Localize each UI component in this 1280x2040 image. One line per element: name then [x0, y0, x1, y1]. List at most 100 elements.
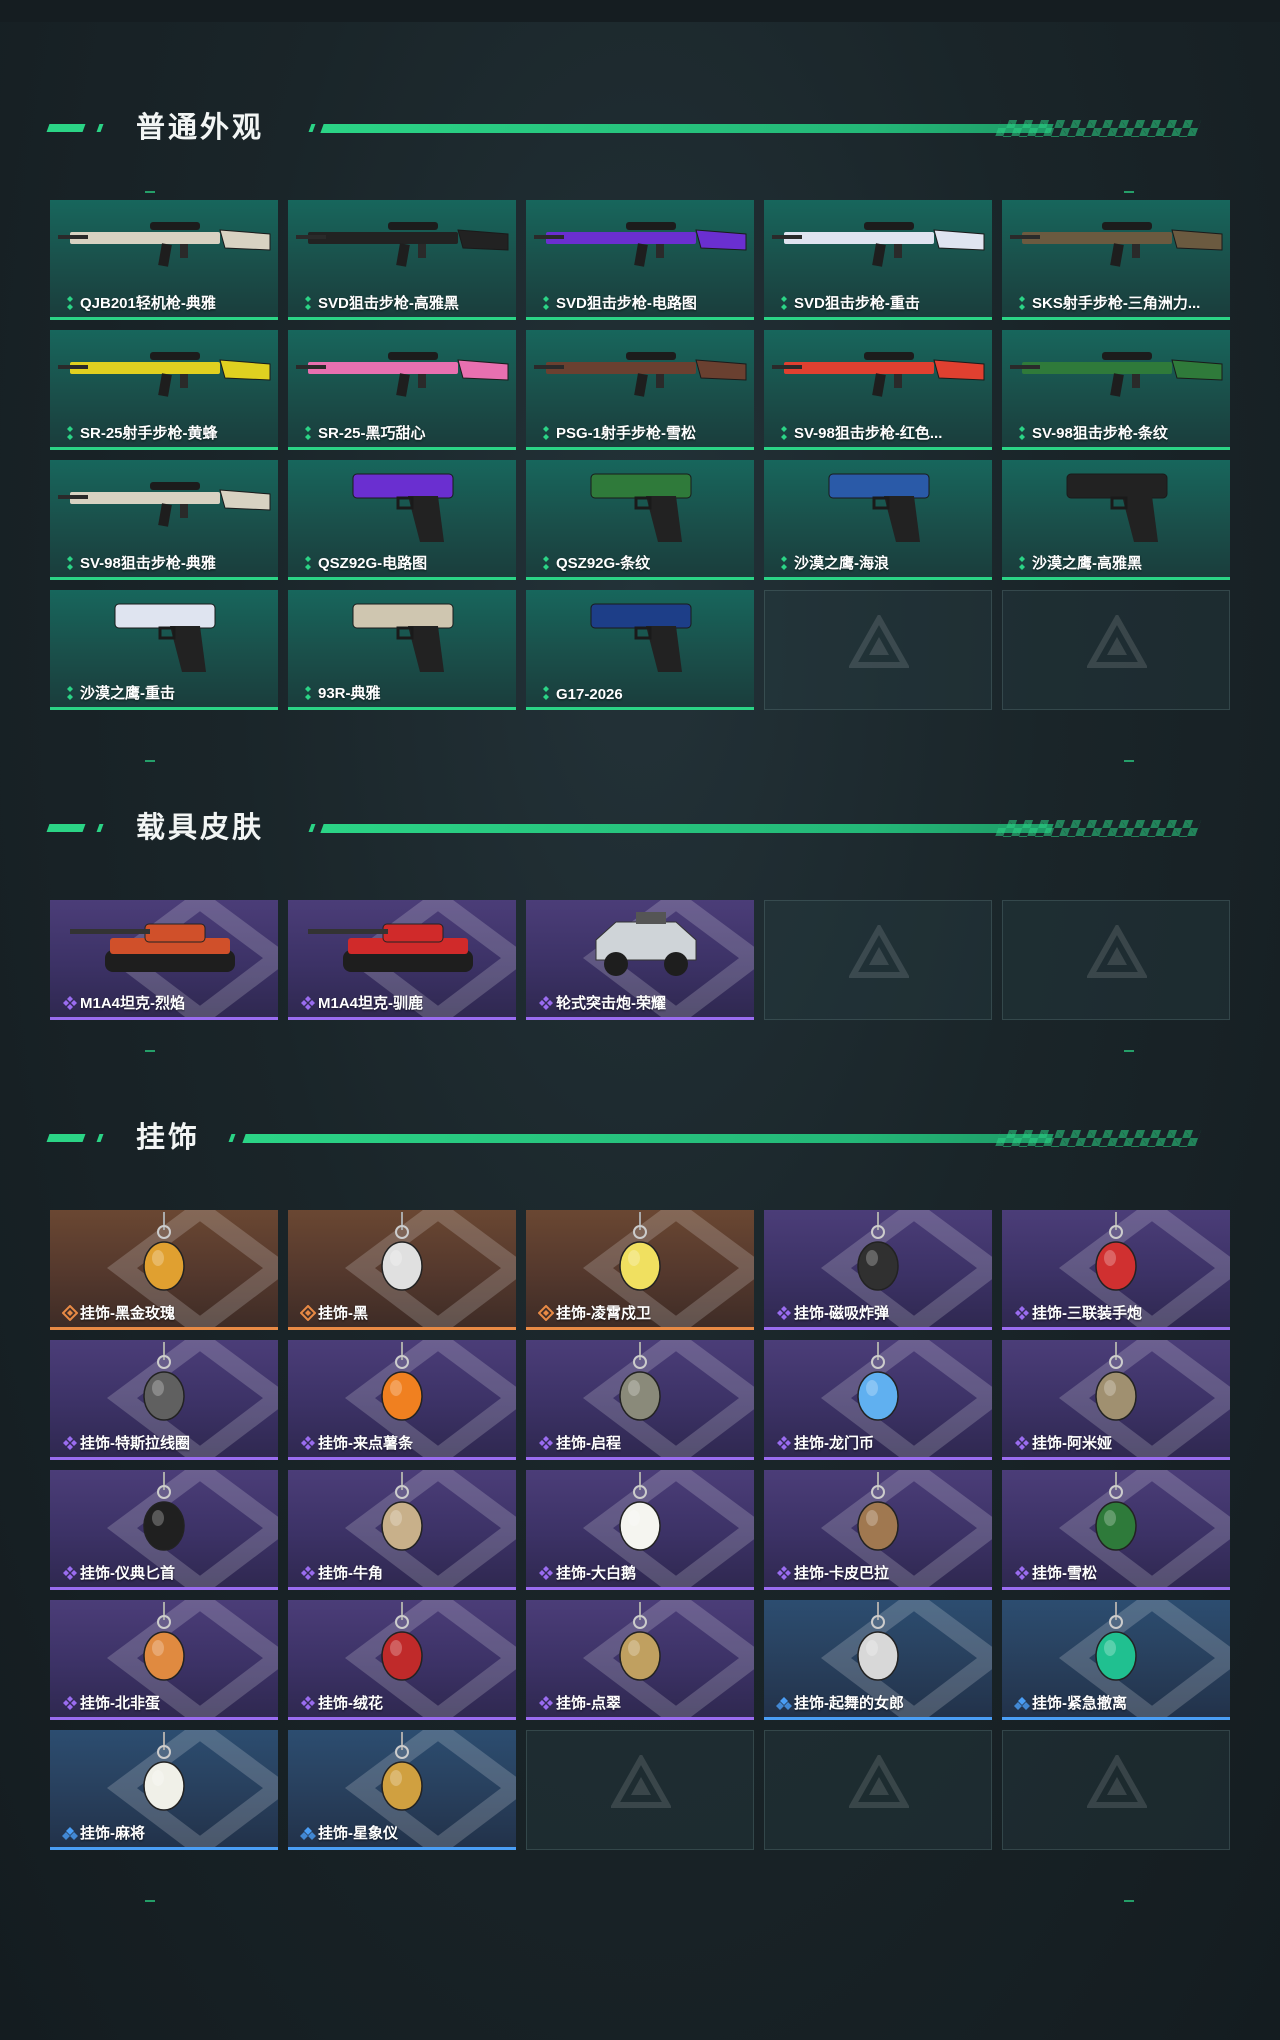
divider-mark	[1124, 1050, 1134, 1052]
item-card[interactable]: QSZ92G-条纹	[526, 460, 754, 580]
tank-icon	[308, 923, 473, 972]
item-card[interactable]: 挂饰-凌霄戍卫	[526, 1210, 754, 1330]
header-accent-bar	[46, 824, 86, 832]
sniper-rifle-icon	[58, 482, 271, 527]
item-label: QSZ92G-电路图	[318, 555, 428, 572]
item-card[interactable]: 挂饰-三联装手炮	[1002, 1210, 1230, 1330]
item-card[interactable]: SVD狙击步枪-电路图	[526, 200, 754, 320]
item-card[interactable]: 挂饰-仪典匕首	[50, 1470, 278, 1590]
pistol-icon	[352, 473, 454, 542]
divider-mark	[1124, 1900, 1134, 1902]
rarity-green-icon	[1019, 426, 1025, 440]
item-card[interactable]: 挂饰-黑金玫瑰	[50, 1210, 278, 1330]
item-card[interactable]: 93R-典雅	[288, 590, 516, 710]
item-card[interactable]: SKS射手步枪-三角洲力...	[1002, 200, 1230, 320]
item-card[interactable]: 挂饰-特斯拉线圈	[50, 1340, 278, 1460]
item-card[interactable]: 挂饰-阿米娅	[1002, 1340, 1230, 1460]
item-card[interactable]: 挂饰-绒花	[288, 1600, 516, 1720]
item-card[interactable]: 挂饰-麻将	[50, 1730, 278, 1850]
item-card[interactable]: 挂饰-启程	[526, 1340, 754, 1460]
header-accent-tick	[96, 1134, 104, 1142]
item-label: QSZ92G-条纹	[556, 555, 651, 572]
item-label: 挂饰-凌霄戍卫	[556, 1305, 651, 1322]
item-card[interactable]: 沙漠之鹰-高雅黑	[1002, 460, 1230, 580]
empty-slot	[764, 590, 992, 710]
item-card[interactable]: M1A4坦克-驯鹿	[288, 900, 516, 1020]
item-card[interactable]: SR-25-黑巧甜心	[288, 330, 516, 450]
charm-flower-icon	[381, 1602, 423, 1681]
item-label: SVD狙击步枪-高雅黑	[318, 295, 459, 312]
item-card[interactable]: 挂饰-点翠	[526, 1600, 754, 1720]
item-card[interactable]: 挂饰-大白鹅	[526, 1470, 754, 1590]
charm-duck-icon	[619, 1212, 661, 1291]
placeholder-logo-icon	[611, 1755, 671, 1808]
item-card[interactable]: SV-98狙击步枪-典雅	[50, 460, 278, 580]
item-card[interactable]: 挂饰-北非蛋	[50, 1600, 278, 1720]
charm-tag-icon	[381, 1212, 423, 1291]
charm-fries-icon	[381, 1342, 423, 1421]
item-card[interactable]: 挂饰-龙门币	[764, 1340, 992, 1460]
rarity-orange-icon	[62, 1305, 78, 1321]
top-bar	[0, 0, 1280, 22]
item-card[interactable]: 挂饰-牛角	[288, 1470, 516, 1590]
item-label: 挂饰-卡皮巴拉	[794, 1565, 889, 1582]
charm-bunny-icon	[1095, 1342, 1137, 1421]
item-card[interactable]: 轮式突击炮-荣耀	[526, 900, 754, 1020]
charm-coin-icon	[857, 1342, 899, 1421]
item-card[interactable]: PSG-1射手步枪-雪松	[526, 330, 754, 450]
rarity-purple-icon	[63, 1436, 77, 1450]
item-card[interactable]: 挂饰-起舞的女郎	[764, 1600, 992, 1720]
item-card[interactable]: SR-25射手步枪-黄蜂	[50, 330, 278, 450]
item-card[interactable]: 挂饰-卡皮巴拉	[764, 1470, 992, 1590]
header-accent-bar	[46, 1134, 86, 1142]
rarity-green-icon	[305, 296, 311, 310]
rarity-green-icon	[305, 426, 311, 440]
rarity-purple-icon	[1015, 1566, 1029, 1580]
rarity-purple-icon	[63, 996, 77, 1010]
rarity-purple-icon	[301, 1566, 315, 1580]
charm-horns-icon	[381, 1472, 423, 1551]
item-card[interactable]: SVD狙击步枪-高雅黑	[288, 200, 516, 320]
item-label: 挂饰-星象仪	[318, 1825, 398, 1842]
header-line-tick	[308, 124, 316, 132]
item-label: 挂饰-三联装手炮	[1032, 1305, 1142, 1322]
rarity-green-icon	[67, 296, 73, 310]
item-card[interactable]: M1A4坦克-烈焰	[50, 900, 278, 1020]
pistol-icon	[590, 473, 692, 542]
item-card[interactable]: 挂饰-来点薯条	[288, 1340, 516, 1460]
item-card[interactable]: G17-2026	[526, 590, 754, 710]
marksman-rifle-icon	[1010, 222, 1223, 267]
item-card[interactable]: SVD狙击步枪-重击	[764, 200, 992, 320]
item-label: 挂饰-来点薯条	[318, 1435, 413, 1452]
rarity-orange-icon	[300, 1305, 316, 1321]
rarity-purple-icon	[777, 1566, 791, 1580]
item-label: 沙漠之鹰-重击	[80, 685, 175, 702]
item-card[interactable]: SV-98狙击步枪-红色...	[764, 330, 992, 450]
divider-mark	[145, 1050, 155, 1052]
charm-coil-icon	[143, 1342, 185, 1421]
empty-slot	[1002, 590, 1230, 710]
rarity-green-icon	[543, 296, 549, 310]
rarity-green-icon	[543, 556, 549, 570]
sniper-rifle-icon	[296, 222, 509, 267]
item-card[interactable]: SV-98狙击步枪-条纹	[1002, 330, 1230, 450]
item-card[interactable]: 挂饰-紧急撤离	[1002, 1600, 1230, 1720]
item-card[interactable]: 挂饰-雪松	[1002, 1470, 1230, 1590]
rarity-purple-icon	[1015, 1306, 1029, 1320]
placeholder-logo-icon	[1087, 925, 1147, 978]
item-card[interactable]: 挂饰-黑	[288, 1210, 516, 1330]
item-card[interactable]: 挂饰-磁吸炸弹	[764, 1210, 992, 1330]
item-card[interactable]: 挂饰-星象仪	[288, 1730, 516, 1850]
item-label: 挂饰-启程	[556, 1435, 621, 1452]
item-card[interactable]: 沙漠之鹰-重击	[50, 590, 278, 710]
charm-exit-icon	[1095, 1602, 1137, 1681]
item-label: 挂饰-仪典匕首	[80, 1565, 175, 1582]
rarity-green-icon	[1019, 296, 1025, 310]
charm-bomb-icon	[857, 1212, 899, 1291]
item-card[interactable]: 沙漠之鹰-海浪	[764, 460, 992, 580]
item-card[interactable]: QSZ92G-电路图	[288, 460, 516, 580]
rarity-green-icon	[781, 556, 787, 570]
item-card[interactable]: QJB201轻机枪-典雅	[50, 200, 278, 320]
item-label: M1A4坦克-烈焰	[80, 995, 186, 1012]
item-label: 93R-典雅	[318, 685, 381, 702]
